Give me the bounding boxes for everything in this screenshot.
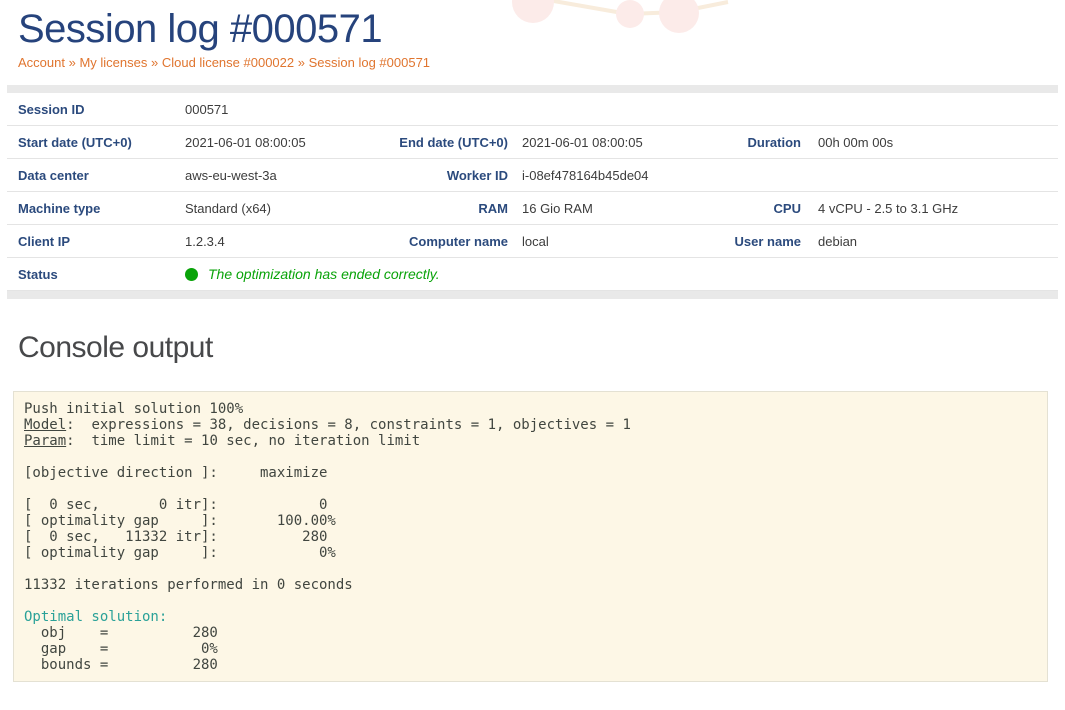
console-line: Param: time limit = 10 sec, no iteration… xyxy=(24,433,1033,449)
console-line: bounds = 280 xyxy=(24,657,1033,673)
console-line: [ 0 sec, 11332 itr]: 280 xyxy=(24,529,1033,545)
console-line: obj = 280 xyxy=(24,625,1033,641)
console-line: gap = 0% xyxy=(24,641,1033,657)
duration-label: Duration xyxy=(678,135,808,150)
console-line: Optimal solution: xyxy=(24,609,1033,625)
table-row: Data center aws-eu-west-3a Worker ID i-0… xyxy=(7,159,1058,192)
duration-value: 00h 00m 00s xyxy=(808,135,1058,150)
session-id-value: 000571 xyxy=(185,102,1058,117)
machine-type-value: Standard (x64) xyxy=(185,201,355,216)
machine-type-label: Machine type xyxy=(7,201,185,216)
console-output: Push initial solution 100%Model: express… xyxy=(13,391,1048,682)
cpu-label: CPU xyxy=(678,201,808,216)
start-date-value: 2021-06-01 08:00:05 xyxy=(185,135,355,150)
breadcrumb-separator: » xyxy=(294,55,308,70)
ram-value: 16 Gio RAM xyxy=(508,201,678,216)
console-line xyxy=(24,481,1033,497)
table-row: Start date (UTC+0) 2021-06-01 08:00:05 E… xyxy=(7,126,1058,159)
breadcrumb-link[interactable]: My licenses xyxy=(79,55,147,70)
console-line: [ optimality gap ]: 100.00% xyxy=(24,513,1033,529)
data-center-value: aws-eu-west-3a xyxy=(185,168,355,183)
start-date-label: Start date (UTC+0) xyxy=(7,135,185,150)
cpu-value: 4 vCPU - 2.5 to 3.1 GHz xyxy=(808,201,1058,216)
table-top-bar xyxy=(7,85,1058,93)
table-row: Client IP 1.2.3.4 Computer name local Us… xyxy=(7,225,1058,258)
console-line: [objective direction ]: maximize xyxy=(24,465,1033,481)
session-details-table: Session ID 000571 Start date (UTC+0) 202… xyxy=(7,85,1058,299)
data-center-label: Data center xyxy=(7,168,185,183)
console-line xyxy=(24,561,1033,577)
console-line xyxy=(24,593,1033,609)
breadcrumb-separator: » xyxy=(65,55,79,70)
console-line: [ optimality gap ]: 0% xyxy=(24,545,1033,561)
client-ip-value: 1.2.3.4 xyxy=(185,234,355,249)
session-id-label: Session ID xyxy=(7,102,185,117)
console-line: 11332 iterations performed in 0 seconds xyxy=(24,577,1033,593)
console-line: Push initial solution 100% xyxy=(24,401,1033,417)
ram-label: RAM xyxy=(355,201,508,216)
console-line xyxy=(24,449,1033,465)
table-bottom-bar xyxy=(7,291,1058,299)
status-ok-icon xyxy=(185,268,198,281)
client-ip-label: Client IP xyxy=(7,234,185,249)
user-name-value: debian xyxy=(808,234,1058,249)
end-date-value: 2021-06-01 08:00:05 xyxy=(508,135,678,150)
table-row: Machine type Standard (x64) RAM 16 Gio R… xyxy=(7,192,1058,225)
page-title: Session log #000571 xyxy=(18,6,1065,52)
worker-id-label: Worker ID xyxy=(355,168,508,183)
end-date-label: End date (UTC+0) xyxy=(355,135,508,150)
computer-name-value: local xyxy=(508,234,678,249)
table-row: Status The optimization has ended correc… xyxy=(7,258,1058,291)
table-row: Session ID 000571 xyxy=(7,93,1058,126)
status-cell: The optimization has ended correctly. xyxy=(185,266,1058,282)
user-name-label: User name xyxy=(678,234,808,249)
breadcrumb-separator: » xyxy=(147,55,161,70)
console-line: [ 0 sec, 0 itr]: 0 xyxy=(24,497,1033,513)
computer-name-label: Computer name xyxy=(355,234,508,249)
breadcrumb-link[interactable]: Account xyxy=(18,55,65,70)
breadcrumb: Account » My licenses » Cloud license #0… xyxy=(18,55,1065,70)
breadcrumb-link[interactable]: Cloud license #000022 xyxy=(162,55,294,70)
worker-id-value: i-08ef478164b45de04 xyxy=(508,168,678,183)
status-text: The optimization has ended correctly. xyxy=(208,266,440,282)
breadcrumb-link[interactable]: Session log #000571 xyxy=(309,55,430,70)
console-line: Model: expressions = 38, decisions = 8, … xyxy=(24,417,1033,433)
console-heading: Console output xyxy=(18,331,1065,365)
status-label: Status xyxy=(7,267,185,282)
